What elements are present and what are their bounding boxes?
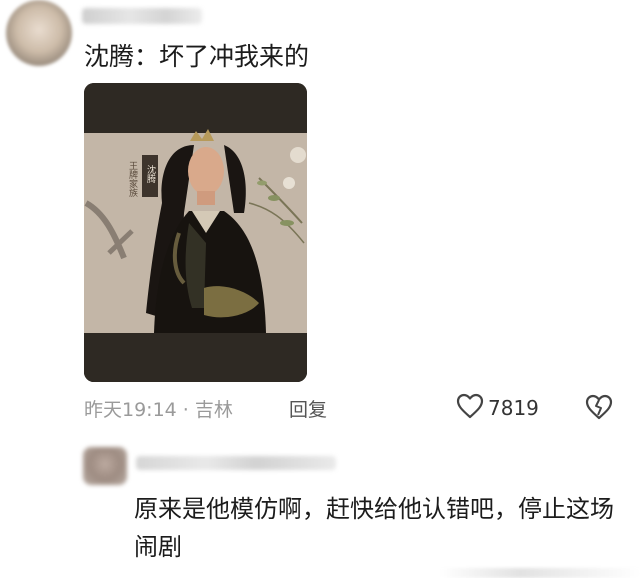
like-button[interactable]: 7819: [456, 393, 539, 423]
reply-button[interactable]: 回复: [289, 395, 327, 422]
photo-tag: 沈腾: [145, 164, 156, 184]
comment-text: 原来是他模仿啊，赶快给他认错吧，停止这场闹剧: [134, 495, 614, 561]
username-blurred[interactable]: [82, 8, 202, 24]
avatar[interactable]: [83, 447, 127, 485]
photo-side-label: 王牌家族: [127, 161, 138, 198]
like-count: 7819: [488, 396, 539, 420]
dislike-button[interactable]: [584, 393, 614, 425]
comment-text: 沈腾：坏了冲我来的: [84, 42, 310, 71]
comment-image[interactable]: 王牌家族 沈腾: [84, 83, 307, 382]
avatar[interactable]: [6, 0, 72, 66]
heart-icon: [456, 393, 484, 423]
cut-off-row: [440, 568, 640, 578]
comment-meta: 昨天19:14 · 吉林: [84, 399, 233, 421]
username-blurred[interactable]: [136, 456, 336, 470]
broken-heart-icon: [584, 394, 614, 425]
